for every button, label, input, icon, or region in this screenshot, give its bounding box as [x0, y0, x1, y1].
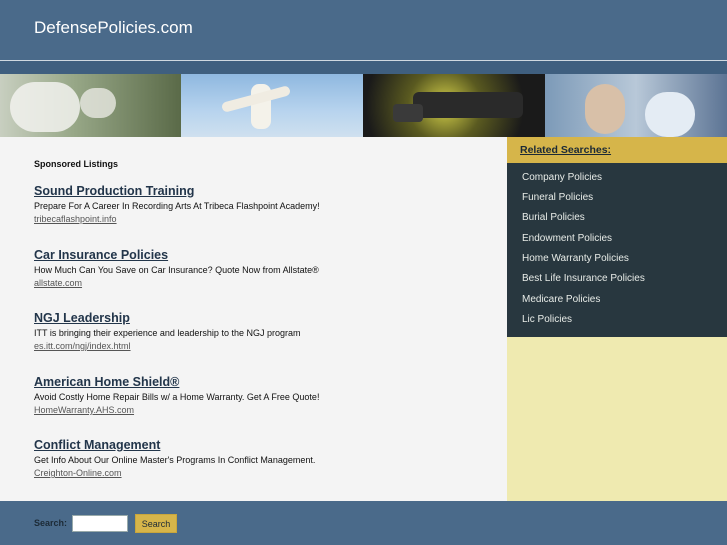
search-button[interactable]: Search	[135, 514, 177, 533]
related-searches-title: Related Searches:	[520, 144, 612, 156]
listing-title[interactable]: Car Insurance Policies	[34, 248, 494, 262]
related-search-link[interactable]: Endowment Policies	[522, 233, 612, 244]
related-search-link[interactable]: Best Life Insurance Policies	[522, 273, 645, 284]
site-header: DefensePolicies.com	[0, 0, 727, 61]
listing-url[interactable]: HomeWarranty.AHS.com	[34, 405, 494, 415]
sponsored-heading: Sponsored Listings	[34, 159, 119, 169]
banner	[0, 74, 727, 137]
listing-item: Sound Production Training Prepare For A …	[34, 184, 494, 224]
listing-description: Get Info About Our Online Master's Progr…	[34, 455, 316, 465]
martial-arts-photo	[181, 74, 363, 137]
site-title[interactable]: DefensePolicies.com	[34, 18, 193, 38]
listing-title[interactable]: NGJ Leadership	[34, 311, 494, 325]
listing-item: American Home Shield® Avoid Costly Home …	[34, 375, 494, 415]
related-searches-list: Company Policies Funeral Policies Burial…	[507, 163, 727, 337]
sidebar: Related Searches: Company Policies Funer…	[507, 137, 727, 501]
search-input[interactable]	[72, 515, 128, 532]
listing-title[interactable]: Sound Production Training	[34, 184, 494, 198]
search-label: Search:	[34, 518, 68, 528]
related-search-link[interactable]: Home Warranty Policies	[522, 253, 629, 264]
site-footer: Search: Search	[0, 501, 727, 545]
listing-description: Prepare For A Career In Recording Arts A…	[34, 201, 320, 211]
related-search-link[interactable]: Company Policies	[522, 172, 602, 183]
listing-item: Car Insurance Policies How Much Can You …	[34, 248, 494, 288]
listing-item: Conflict Management Get Info About Our O…	[34, 438, 494, 478]
related-search-link[interactable]: Medicare Policies	[522, 294, 600, 305]
listing-url[interactable]: Creighton-Online.com	[34, 468, 494, 478]
listing-description: Avoid Costly Home Repair Bills w/ a Home…	[34, 392, 320, 402]
listing-description: How Much Can You Save on Car Insurance? …	[34, 265, 319, 275]
main-content: Sponsored Listings Sound Production Trai…	[0, 137, 507, 501]
related-search-link[interactable]: Lic Policies	[522, 314, 572, 325]
listing-url[interactable]: es.itt.com/ngj/index.html	[34, 341, 494, 351]
listing-url[interactable]: tribecaflashpoint.info	[34, 214, 494, 224]
related-searches-header: Related Searches:	[507, 137, 727, 163]
people-photo	[545, 74, 727, 137]
listing-title[interactable]: Conflict Management	[34, 438, 494, 452]
listing-title[interactable]: American Home Shield®	[34, 375, 494, 389]
listing-description: ITT is bringing their experience and lea…	[34, 328, 301, 338]
related-search-link[interactable]: Funeral Policies	[522, 192, 593, 203]
related-search-link[interactable]: Burial Policies	[522, 212, 585, 223]
listing-url[interactable]: allstate.com	[34, 278, 494, 288]
listing-item: NGJ Leadership ITT is bringing their exp…	[34, 311, 494, 351]
header-divider	[0, 61, 727, 74]
fencing-photo	[0, 74, 181, 137]
taser-photo	[363, 74, 545, 137]
